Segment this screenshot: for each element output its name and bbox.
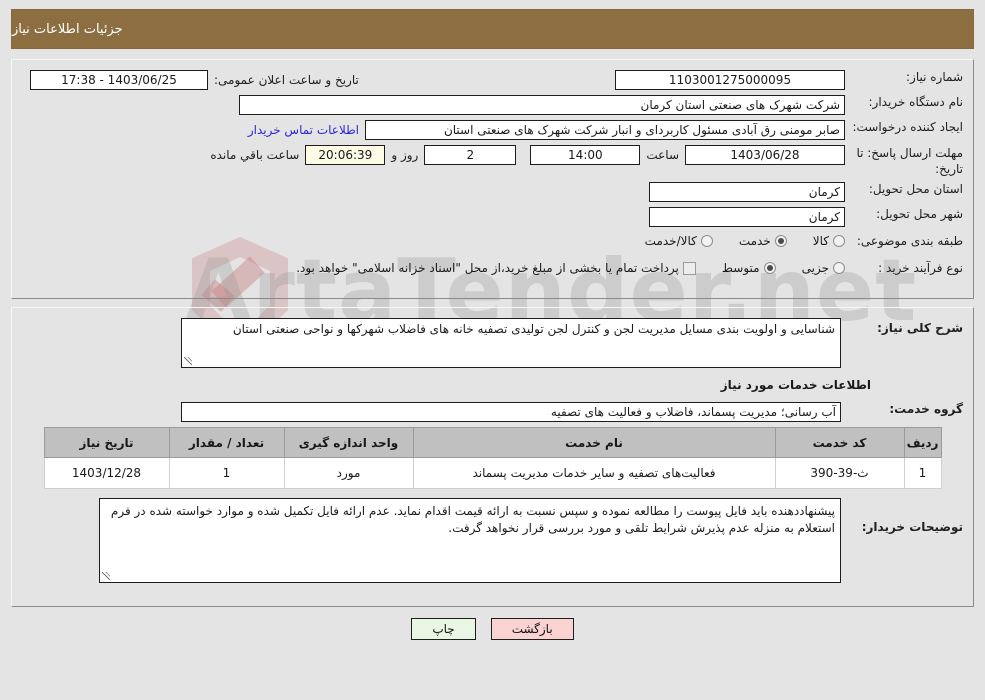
category-option-kala[interactable]: کالا — [813, 234, 845, 248]
row-deadline: مهلت ارسال پاسخ: تا تاریخ: 1403/06/28 سا… — [22, 145, 963, 177]
buyer-org-label: نام دستگاه خریدار: — [868, 95, 964, 109]
requester-label: ایجاد کننده درخواست: — [852, 120, 963, 134]
days-remaining-field: 2 — [424, 145, 517, 165]
delivery-province-label: استان محل تحویل: — [868, 182, 963, 196]
process-option-motavaset[interactable]: متوسط — [722, 261, 776, 275]
treasury-note-label: پرداخت تمام یا بخشی از مبلغ خرید،از محل … — [296, 261, 679, 275]
remaining-suffix-label: ساعت باقي مانده — [210, 148, 300, 162]
buyer-notes-textarea[interactable]: پیشنهاددهنده باید فایل پیوست را مطالعه ن… — [99, 498, 841, 583]
buyer-contact-link[interactable]: اطلاعات تماس خریدار — [242, 120, 365, 140]
cell-need-date: 1403/12/28 — [43, 457, 170, 489]
delivery-city-label: شهر محل تحویل: — [876, 207, 963, 221]
checkbox-icon-treasury[interactable] — [682, 261, 696, 275]
col-unit: واحد اندازه گیری — [283, 427, 414, 458]
process-option-motavaset-label: متوسط — [721, 261, 760, 275]
service-group-field: آب رسانی؛ مدیریت پسماند، فاضلاب و فعالیت… — [181, 402, 841, 422]
deadline-label: مهلت ارسال پاسخ: تا تاریخ: — [856, 146, 963, 176]
service-group-label: گروه خدمت: — [889, 402, 963, 416]
col-name: نام خدمت — [412, 427, 776, 458]
general-desc-textarea[interactable]: شناسایی و اولویت بندی مسایل مدیریت لجن و… — [181, 318, 841, 368]
row-general-description: شرح کلی نیاز: شناسایی و اولویت بندی مسای… — [22, 318, 963, 368]
process-option-jozi[interactable]: جزیی — [802, 261, 845, 275]
category-option-kala-label: کالا — [812, 234, 829, 248]
col-index: ردیف — [903, 427, 942, 458]
process-label: نوع فرآیند خرید : — [878, 261, 963, 275]
general-desc-label: شرح کلی نیاز: — [877, 321, 963, 335]
announce-datetime-field: 17:38 - 1403/06/25 — [30, 70, 208, 90]
row-need-number: شماره نیاز: 1103001275000095 تاریخ و ساع… — [22, 70, 963, 90]
deadline-time-field: 14:00 — [530, 145, 641, 165]
need-number-label: شماره نیاز: — [906, 70, 963, 84]
row-purchase-process: نوع فرآیند خرید : جزیی متوسط پرداخت تمام… — [22, 261, 963, 281]
delivery-city-field: کرمان — [649, 207, 845, 227]
row-buyer-org: نام دستگاه خریدار: شرکت شهرک های صنعتی ا… — [22, 95, 963, 115]
deadline-time-label: ساعت — [646, 148, 679, 162]
print-button[interactable]: چاپ — [411, 618, 476, 640]
page-root: جزئیات اطلاعات نیاز شماره نیاز: 11030012… — [0, 9, 985, 640]
radio-icon-kala-khedmat[interactable] — [700, 235, 713, 247]
col-code: کد خدمت — [774, 427, 905, 458]
announce-datetime-label: تاریخ و ساعت اعلان عمومی: — [214, 73, 359, 87]
radio-icon-kala[interactable] — [833, 235, 845, 247]
page-title: جزئیات اطلاعات نیاز — [12, 21, 123, 37]
page-header-bar: جزئیات اطلاعات نیاز — [11, 9, 974, 49]
services-table: ردیف کد خدمت نام خدمت واحد اندازه گیری ت… — [43, 427, 942, 489]
buyer-notes-label: توضیحات خریدار: — [861, 520, 963, 534]
cell-name: فعالیت‌های تصفیه و سایر خدمات مدیریت پسم… — [412, 457, 776, 489]
radio-icon-jozi[interactable] — [833, 262, 845, 274]
requester-field: صابر مومنی رق آبادی مسئول کاربردای و انب… — [365, 120, 845, 140]
treasury-checkbox-group[interactable]: پرداخت تمام یا بخشی از مبلغ خرید،از محل … — [296, 261, 696, 275]
category-option-khedmat-label: خدمت — [738, 234, 771, 248]
buyer-org-field: شرکت شهرک های صنعتی استان کرمان — [239, 95, 845, 115]
days-and-label: روز و — [391, 148, 419, 162]
need-number-field: 1103001275000095 — [615, 70, 845, 90]
cell-index: 1 — [903, 457, 942, 489]
category-label: طبقه بندی موضوعی: — [856, 234, 963, 248]
col-quantity: تعداد / مقدار — [168, 427, 285, 458]
radio-icon-motavaset[interactable] — [763, 262, 776, 274]
process-option-jozi-label: جزیی — [801, 261, 829, 275]
category-option-khedmat[interactable]: خدمت — [739, 234, 787, 248]
need-info-panel: شماره نیاز: 1103001275000095 تاریخ و ساع… — [11, 59, 974, 299]
row-category: طبقه بندی موضوعی: کالا خدمت کالا/خدمت — [22, 234, 963, 254]
delivery-province-field: کرمان — [649, 182, 845, 202]
row-service-group: گروه خدمت: آب رسانی؛ مدیریت پسماند، فاضل… — [22, 402, 963, 422]
category-option-kala-khedmat[interactable]: کالا/خدمت — [645, 234, 713, 248]
cell-code: ث-39-390 — [774, 457, 905, 489]
row-delivery-city: شهر محل تحویل: کرمان — [22, 207, 963, 227]
cell-quantity: 1 — [168, 457, 285, 489]
service-details-panel: شرح کلی نیاز: شناسایی و اولویت بندی مسای… — [11, 307, 974, 607]
radio-icon-khedmat[interactable] — [774, 235, 787, 247]
cell-unit: مورد — [283, 457, 414, 489]
row-buyer-notes: توضیحات خریدار: پیشنهاددهنده باید فایل پ… — [22, 498, 963, 583]
row-requester: ایجاد کننده درخواست: صابر مومنی رق آبادی… — [22, 120, 963, 140]
row-delivery-province: استان محل تحویل: کرمان — [22, 182, 963, 202]
category-option-kala-khedmat-label: کالا/خدمت — [644, 234, 697, 248]
hours-remaining-field: 20:06:39 — [305, 145, 386, 165]
table-row[interactable]: 1 ث-39-390 فعالیت‌های تصفیه و سایر خدمات… — [43, 457, 942, 489]
col-need-date: تاریخ نیاز — [43, 427, 170, 458]
services-info-title: اطلاعات خدمات مورد نیاز — [720, 378, 871, 392]
table-header-row: ردیف کد خدمت نام خدمت واحد اندازه گیری ت… — [43, 427, 942, 458]
footer-button-bar: بازگشت چاپ — [0, 618, 985, 640]
deadline-date-field: 1403/06/28 — [685, 145, 845, 165]
back-button[interactable]: بازگشت — [490, 618, 574, 640]
